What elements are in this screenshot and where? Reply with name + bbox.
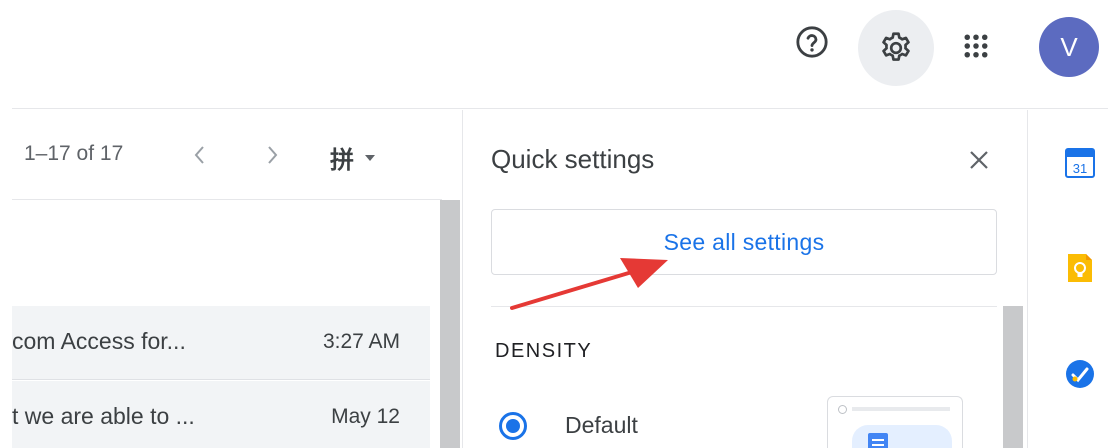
mail-row[interactable]: com Access for... 3:27 AM — [12, 306, 430, 380]
help-button[interactable] — [780, 10, 844, 74]
mail-time: May 12 — [331, 405, 400, 428]
help-circle-icon — [796, 26, 828, 58]
density-default-radio[interactable] — [499, 412, 527, 440]
tasks-icon — [1066, 360, 1094, 388]
panel-title: Quick settings — [491, 144, 655, 174]
svg-text:31: 31 — [1073, 161, 1087, 176]
mail-list-scrollbar[interactable] — [440, 200, 460, 448]
mail-snippet: com Access for... — [12, 328, 186, 354]
mail-list-toolbar: 1–17 of 17 拼 — [12, 110, 442, 198]
see-all-settings-button[interactable]: See all settings — [491, 209, 997, 275]
tasks-app-button[interactable] — [1064, 358, 1096, 390]
list-divider — [12, 199, 442, 200]
density-default-label: Default — [565, 412, 638, 438]
pagination-count: 1–17 of 17 — [24, 142, 124, 165]
density-preview-thumbnail — [827, 396, 963, 448]
apps-button[interactable] — [944, 14, 1008, 78]
top-divider — [12, 108, 1108, 109]
panel-divider — [491, 306, 997, 307]
density-heading: DENSITY — [495, 340, 593, 362]
gear-icon — [882, 32, 910, 61]
see-all-settings-label: See all settings — [663, 228, 825, 255]
calendar-app-button[interactable]: 31 — [1064, 146, 1096, 178]
input-tools-label: 拼 — [330, 146, 354, 174]
chevron-left-icon — [194, 146, 204, 164]
settings-button[interactable] — [858, 10, 934, 86]
mail-row[interactable]: t we are able to ... May 12 — [12, 381, 430, 448]
input-tools-button[interactable]: 拼 — [330, 140, 376, 175]
document-icon — [868, 433, 888, 448]
close-button[interactable] — [957, 138, 1001, 182]
keep-app-button[interactable] — [1064, 252, 1096, 284]
mail-snippet: t we are able to ... — [12, 403, 195, 429]
mail-time: 3:27 AM — [322, 330, 400, 353]
newer-button[interactable] — [182, 133, 218, 177]
older-button[interactable] — [254, 133, 290, 177]
radio-selected-dot — [506, 419, 520, 433]
apps-grid-icon — [964, 34, 988, 58]
panel-scrollbar[interactable] — [1003, 306, 1023, 448]
close-icon — [970, 151, 988, 169]
caret-down-icon — [365, 154, 375, 161]
avatar[interactable]: V — [1039, 17, 1099, 77]
top-bar: V — [0, 0, 1108, 108]
quick-settings-panel: Quick settings See all settings DENSITY … — [462, 110, 1028, 448]
gmail-window: V 1–17 of 17 拼 com Access for... 3:27 AM… — [0, 0, 1108, 448]
calendar-icon: 31 — [1065, 148, 1095, 178]
chevron-right-icon — [268, 146, 278, 164]
keep-icon — [1068, 254, 1092, 282]
